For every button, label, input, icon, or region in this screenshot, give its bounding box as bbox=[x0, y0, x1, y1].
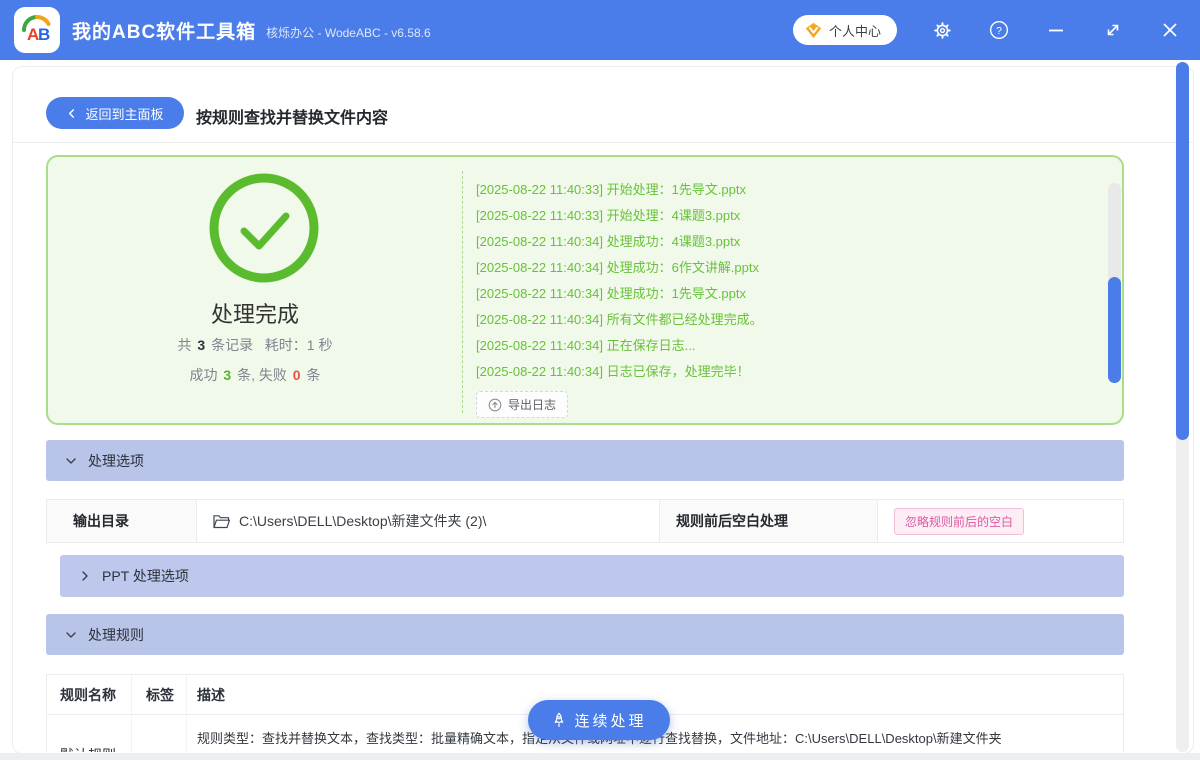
whitespace-rule-label: 规则前后空白处理 bbox=[659, 500, 878, 542]
total-count: 3 bbox=[197, 337, 206, 353]
user-center-button[interactable]: 个人中心 bbox=[792, 15, 897, 45]
fail-count: 0 bbox=[292, 367, 301, 383]
svg-text:B: B bbox=[38, 25, 50, 44]
total-suffix: 条记录 bbox=[211, 337, 254, 353]
rule-tag-cell bbox=[132, 715, 187, 752]
page-scrollbar-thumb[interactable] bbox=[1176, 62, 1189, 440]
log-line: [2025-08-22 11:40:34] 正在保存日志... bbox=[476, 338, 696, 353]
record-stats: 共 3 条记录 耗时：1 秒 bbox=[48, 335, 462, 355]
expand-icon bbox=[1107, 24, 1119, 36]
process-rules-title: 处理规则 bbox=[88, 626, 144, 643]
col-rule-name: 规则名称 bbox=[47, 675, 132, 714]
log-scrollbar-thumb[interactable] bbox=[1108, 277, 1121, 383]
chevron-down-icon bbox=[66, 631, 76, 638]
output-options-row: 输出目录 C:\Users\DELL\Desktop\新建文件夹 (2)\ 规则… bbox=[46, 499, 1124, 543]
export-icon bbox=[488, 398, 502, 411]
page-title: 按规则查找并替换文件内容 bbox=[196, 110, 389, 127]
success-label: 成功 bbox=[189, 367, 218, 383]
output-dir-value[interactable]: C:\Users\DELL\Desktop\新建文件夹 (2)\ bbox=[197, 500, 659, 542]
log-list: [2025-08-22 11:40:33] 开始处理：1先导文.pptx [20… bbox=[476, 177, 1096, 385]
log-line: [2025-08-22 11:40:33] 开始处理：4课题3.pptx bbox=[476, 208, 741, 223]
help-button[interactable]: ? bbox=[987, 18, 1011, 42]
fail-suffix: 条 bbox=[306, 367, 321, 383]
log-line: [2025-08-22 11:40:34] 处理成功：4课题3.pptx bbox=[476, 234, 741, 249]
export-log-button[interactable]: 导出日志 bbox=[476, 391, 569, 418]
app-title: 我的ABC软件工具箱 bbox=[72, 21, 257, 43]
back-button-label: 返回到主面板 bbox=[85, 106, 164, 122]
fail-label: 条, 失败 bbox=[237, 367, 287, 383]
close-button[interactable] bbox=[1158, 18, 1182, 42]
result-summary: 处理完成 共 3 条记录 耗时：1 秒 成功 3 条, 失败 0 条 bbox=[48, 157, 462, 423]
minimize-button[interactable] bbox=[1044, 18, 1068, 42]
help-icon: ? bbox=[989, 20, 1009, 40]
folder-icon bbox=[213, 514, 230, 528]
gear-icon bbox=[933, 21, 951, 39]
window-bottom-edge bbox=[0, 753, 1200, 760]
total-prefix: 共 bbox=[177, 337, 192, 353]
chevron-left-icon bbox=[69, 108, 75, 118]
result-panel: 处理完成 共 3 条记录 耗时：1 秒 成功 3 条, 失败 0 条 [2025… bbox=[46, 155, 1124, 425]
process-options-title: 处理选项 bbox=[88, 452, 144, 469]
success-count: 3 bbox=[223, 367, 232, 383]
success-check-icon bbox=[206, 170, 322, 286]
settings-button[interactable] bbox=[930, 18, 954, 42]
page-scrollbar[interactable] bbox=[1176, 62, 1189, 752]
svg-text:?: ? bbox=[996, 26, 1002, 37]
section-header-ppt-options[interactable]: PPT 处理选项 bbox=[60, 555, 1124, 597]
time-value: 1 秒 bbox=[306, 337, 333, 353]
app-logo: A B bbox=[14, 7, 60, 53]
time-label: 耗时： bbox=[264, 337, 307, 353]
section-header-process-rules[interactable]: 处理规则 bbox=[46, 614, 1124, 655]
close-icon bbox=[1163, 23, 1177, 37]
col-tag: 标签 bbox=[132, 675, 187, 714]
log-line: [2025-08-22 11:40:33] 开始处理：1先导文.pptx bbox=[476, 182, 746, 197]
rule-name-cell: 默认规则 bbox=[47, 715, 132, 752]
export-log-label: 导出日志 bbox=[508, 398, 557, 412]
rocket-icon bbox=[555, 712, 564, 727]
maximize-button[interactable] bbox=[1101, 18, 1125, 42]
back-to-dashboard-button[interactable]: 返回到主面板 bbox=[46, 97, 184, 129]
output-dir-path: C:\Users\DELL\Desktop\新建文件夹 (2)\ bbox=[239, 513, 487, 529]
continue-process-button[interactable]: 连续处理 bbox=[528, 700, 670, 740]
output-dir-label: 输出目录 bbox=[47, 500, 197, 542]
section-header-process-options[interactable]: 处理选项 bbox=[46, 440, 1124, 481]
chevron-down-icon bbox=[66, 457, 76, 464]
panel-divider bbox=[462, 171, 463, 413]
status-title: 处理完成 bbox=[210, 302, 299, 327]
log-line: [2025-08-22 11:40:34] 日志已保存，处理完毕！ bbox=[476, 364, 750, 379]
vip-badge-icon bbox=[805, 22, 822, 38]
continue-process-label: 连续处理 bbox=[574, 712, 647, 730]
topbar-divider bbox=[13, 142, 1193, 143]
log-line: [2025-08-22 11:40:34] 处理成功：6作文讲解.pptx bbox=[476, 260, 759, 275]
minimize-icon bbox=[1049, 29, 1063, 32]
app-subtitle: 核烁办公 - WodeABC - v6.58.6 bbox=[266, 26, 431, 40]
whitespace-rule-tag[interactable]: 忽略规则前后的空白 bbox=[894, 507, 1025, 535]
success-fail-stats: 成功 3 条, 失败 0 条 bbox=[48, 365, 462, 385]
whitespace-rule-cell: 忽略规则前后的空白 bbox=[878, 500, 1123, 542]
user-center-label: 个人中心 bbox=[828, 23, 881, 39]
titlebar: A B 我的ABC软件工具箱 核烁办公 - WodeABC - v6.58.6 … bbox=[0, 0, 1200, 60]
log-line: [2025-08-22 11:40:34] 所有文件都已经处理完成。 bbox=[476, 312, 763, 327]
chevron-right-icon bbox=[82, 571, 88, 581]
ppt-options-title: PPT 处理选项 bbox=[102, 568, 189, 584]
log-scrollbar[interactable] bbox=[1108, 183, 1121, 383]
log-line: [2025-08-22 11:40:34] 处理成功：1先导文.pptx bbox=[476, 286, 746, 301]
